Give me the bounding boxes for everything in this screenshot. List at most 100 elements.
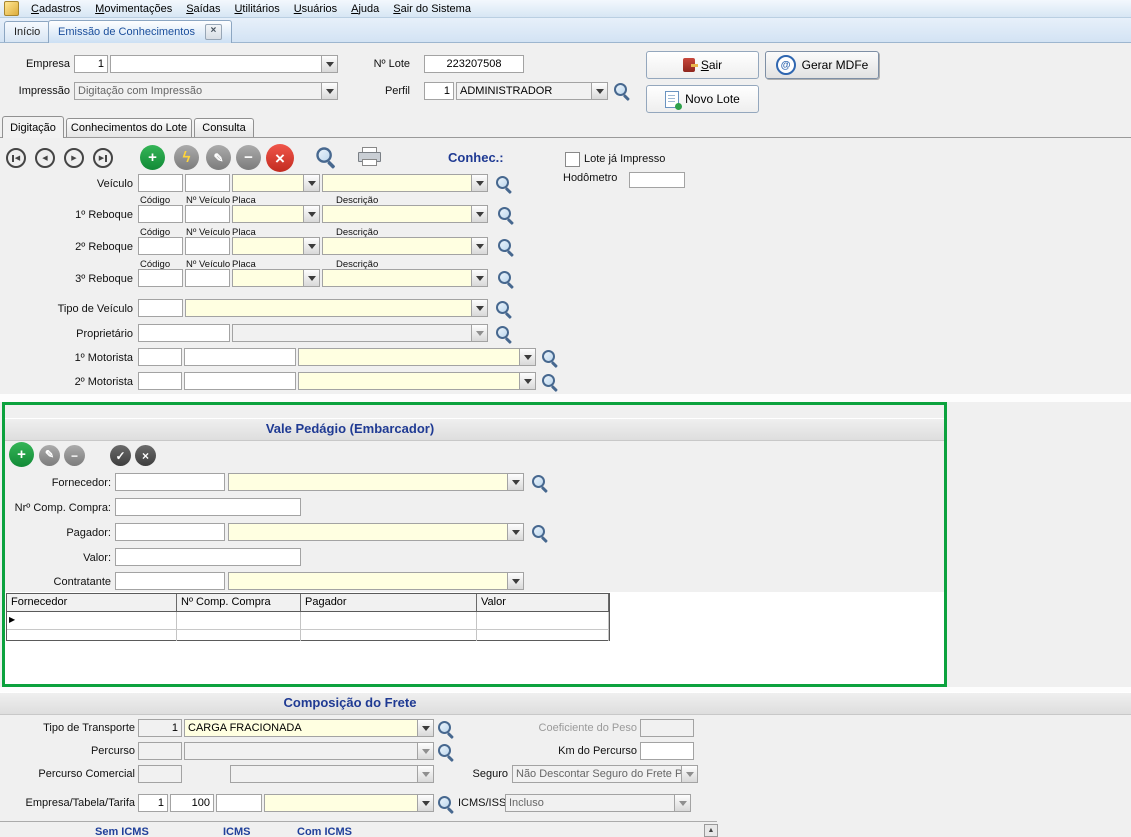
reboque2-search-icon[interactable] — [498, 239, 515, 256]
empresa-code-input[interactable]: 1 — [74, 55, 108, 73]
subtab-conhecimentos-do-lote[interactable]: Conhecimentos do Lote — [66, 118, 192, 137]
fornecedor-search-icon[interactable] — [532, 475, 549, 492]
tab-com-icms[interactable]: Com ICMS — [297, 826, 352, 837]
lote-ja-impresso-checkbox[interactable] — [565, 152, 580, 167]
post-record-button[interactable]: ϟ — [174, 145, 199, 170]
menu-saidas[interactable]: Saídas — [179, 0, 227, 18]
delete-record-button[interactable]: − — [236, 145, 261, 170]
reboque2-descricao-combo[interactable] — [322, 237, 488, 255]
subtab-digitacao[interactable]: Digitação — [2, 116, 64, 138]
search-conhecimento-icon[interactable] — [316, 147, 336, 167]
reboque3-placa-combo[interactable] — [232, 269, 320, 287]
empresa-combo[interactable] — [110, 55, 338, 73]
reboque1-search-icon[interactable] — [498, 207, 515, 224]
veiculo-placa-combo[interactable] — [232, 174, 320, 192]
menu-ajuda[interactable]: Ajuda — [344, 0, 386, 18]
tipo-transporte-code-input[interactable]: 1 — [138, 719, 182, 737]
edit-record-button[interactable]: ✎ — [206, 145, 231, 170]
cancel-record-button[interactable]: × — [266, 144, 294, 172]
veiculo-descricao-combo[interactable] — [322, 174, 488, 192]
tarifa-codigo-input[interactable] — [216, 794, 262, 812]
motorista2-codigo-input[interactable] — [138, 372, 182, 390]
fornecedor-codigo-input[interactable] — [115, 473, 225, 491]
reboque2-placa-combo[interactable] — [232, 237, 320, 255]
perfil-code-input[interactable]: 1 — [424, 82, 454, 100]
tipo-veiculo-search-icon[interactable] — [496, 301, 513, 318]
tab-emissao-conhecimentos[interactable]: Emissão de Conhecimentos × — [48, 20, 232, 43]
reboque3-numero-input[interactable] — [185, 269, 230, 287]
menu-cadastros[interactable]: Cadastros — [24, 0, 88, 18]
motorista2-combo[interactable] — [298, 372, 536, 390]
percurso-comercial-code-input[interactable] — [138, 765, 182, 783]
tarifa-search-icon[interactable] — [438, 796, 455, 813]
percurso-search-icon[interactable] — [438, 744, 455, 761]
pagador-search-icon[interactable] — [532, 525, 549, 542]
impressao-combo[interactable]: Digitação com Impressão — [74, 82, 338, 100]
veiculo-codigo-input[interactable] — [138, 174, 183, 192]
tipo-veiculo-combo[interactable] — [185, 299, 488, 317]
tarifa-combo[interactable] — [264, 794, 434, 812]
tipo-veiculo-codigo-input[interactable] — [138, 299, 183, 317]
novo-lote-button[interactable]: Novo Lote — [646, 85, 759, 113]
reboque1-numero-input[interactable] — [185, 205, 230, 223]
veiculo-search-icon[interactable] — [496, 176, 513, 193]
subtab-consulta[interactable]: Consulta — [194, 118, 254, 137]
tipo-transporte-search-icon[interactable] — [438, 721, 455, 738]
menu-utilitarios[interactable]: Utilitários — [227, 0, 286, 18]
add-record-button[interactable]: + — [140, 145, 165, 170]
perfil-combo[interactable]: ADMINISTRADOR — [456, 82, 608, 100]
tab-sem-icms[interactable]: Sem ICMS — [95, 826, 149, 837]
vale-cancel-button[interactable]: × — [135, 445, 156, 466]
vale-edit-button[interactable]: ✎ — [39, 445, 60, 466]
lote-input[interactable]: 223207508 — [424, 55, 524, 73]
reboque3-descricao-combo[interactable] — [322, 269, 488, 287]
sair-button[interactable]: Sair — [646, 51, 759, 79]
reboque1-descricao-combo[interactable] — [322, 205, 488, 223]
contratante-combo[interactable] — [228, 572, 524, 590]
reboque3-search-icon[interactable] — [498, 271, 515, 288]
scroll-up-button[interactable]: ▲ — [704, 824, 718, 837]
vale-add-button[interactable]: + — [9, 442, 34, 467]
motorista1-search-icon[interactable] — [542, 350, 559, 367]
vale-delete-button[interactable]: − — [64, 445, 85, 466]
pagador-codigo-input[interactable] — [115, 523, 225, 541]
proprietario-codigo-input[interactable] — [138, 324, 230, 342]
valor-input[interactable] — [115, 548, 301, 566]
nav-first-button[interactable]: ◀ — [6, 148, 26, 168]
reboque1-placa-combo[interactable] — [232, 205, 320, 223]
reboque2-codigo-input[interactable] — [138, 237, 183, 255]
hodometro-input[interactable] — [629, 172, 685, 188]
motorista1-combo[interactable] — [298, 348, 536, 366]
gerar-mdfe-button[interactable]: @ Gerar MDFe — [765, 51, 879, 79]
menu-usuarios[interactable]: Usuários — [287, 0, 344, 18]
proprietario-search-icon[interactable] — [496, 326, 513, 343]
tipo-transporte-combo[interactable]: CARGA FRACIONADA — [184, 719, 434, 737]
reboque1-codigo-input[interactable] — [138, 205, 183, 223]
km-percurso-input[interactable] — [640, 742, 694, 760]
fornecedor-combo[interactable] — [228, 473, 524, 491]
tab-inicio[interactable]: Início — [4, 21, 50, 42]
motorista1-doc-input[interactable] — [184, 348, 296, 366]
grid-row[interactable]: ▶ — [7, 612, 609, 630]
reboque2-numero-input[interactable] — [185, 237, 230, 255]
menu-movimentacoes[interactable]: Movimentações — [88, 0, 179, 18]
perfil-search-icon[interactable] — [614, 83, 631, 100]
motorista1-codigo-input[interactable] — [138, 348, 182, 366]
vale-confirm-button[interactable]: ✓ — [110, 445, 131, 466]
comp-compra-input[interactable] — [115, 498, 301, 516]
tab-icms[interactable]: ICMS — [223, 826, 251, 837]
contratante-codigo-input[interactable] — [115, 572, 225, 590]
nav-last-button[interactable]: ▶ — [93, 148, 113, 168]
reboque3-codigo-input[interactable] — [138, 269, 183, 287]
nav-prev-button[interactable]: ◀ — [35, 148, 55, 168]
print-icon[interactable] — [358, 147, 380, 165]
motorista2-doc-input[interactable] — [184, 372, 296, 390]
percurso-code-input[interactable] — [138, 742, 182, 760]
pagador-combo[interactable] — [228, 523, 524, 541]
tarifa-empresa-input[interactable]: 1 — [138, 794, 168, 812]
vale-pedagio-grid[interactable]: Fornecedor Nº Comp. Compra Pagador Valor… — [6, 593, 610, 641]
menu-sair-do-sistema[interactable]: Sair do Sistema — [386, 0, 478, 18]
motorista2-search-icon[interactable] — [542, 374, 559, 391]
nav-next-button[interactable]: ▶ — [64, 148, 84, 168]
close-tab-icon[interactable]: × — [205, 24, 222, 40]
